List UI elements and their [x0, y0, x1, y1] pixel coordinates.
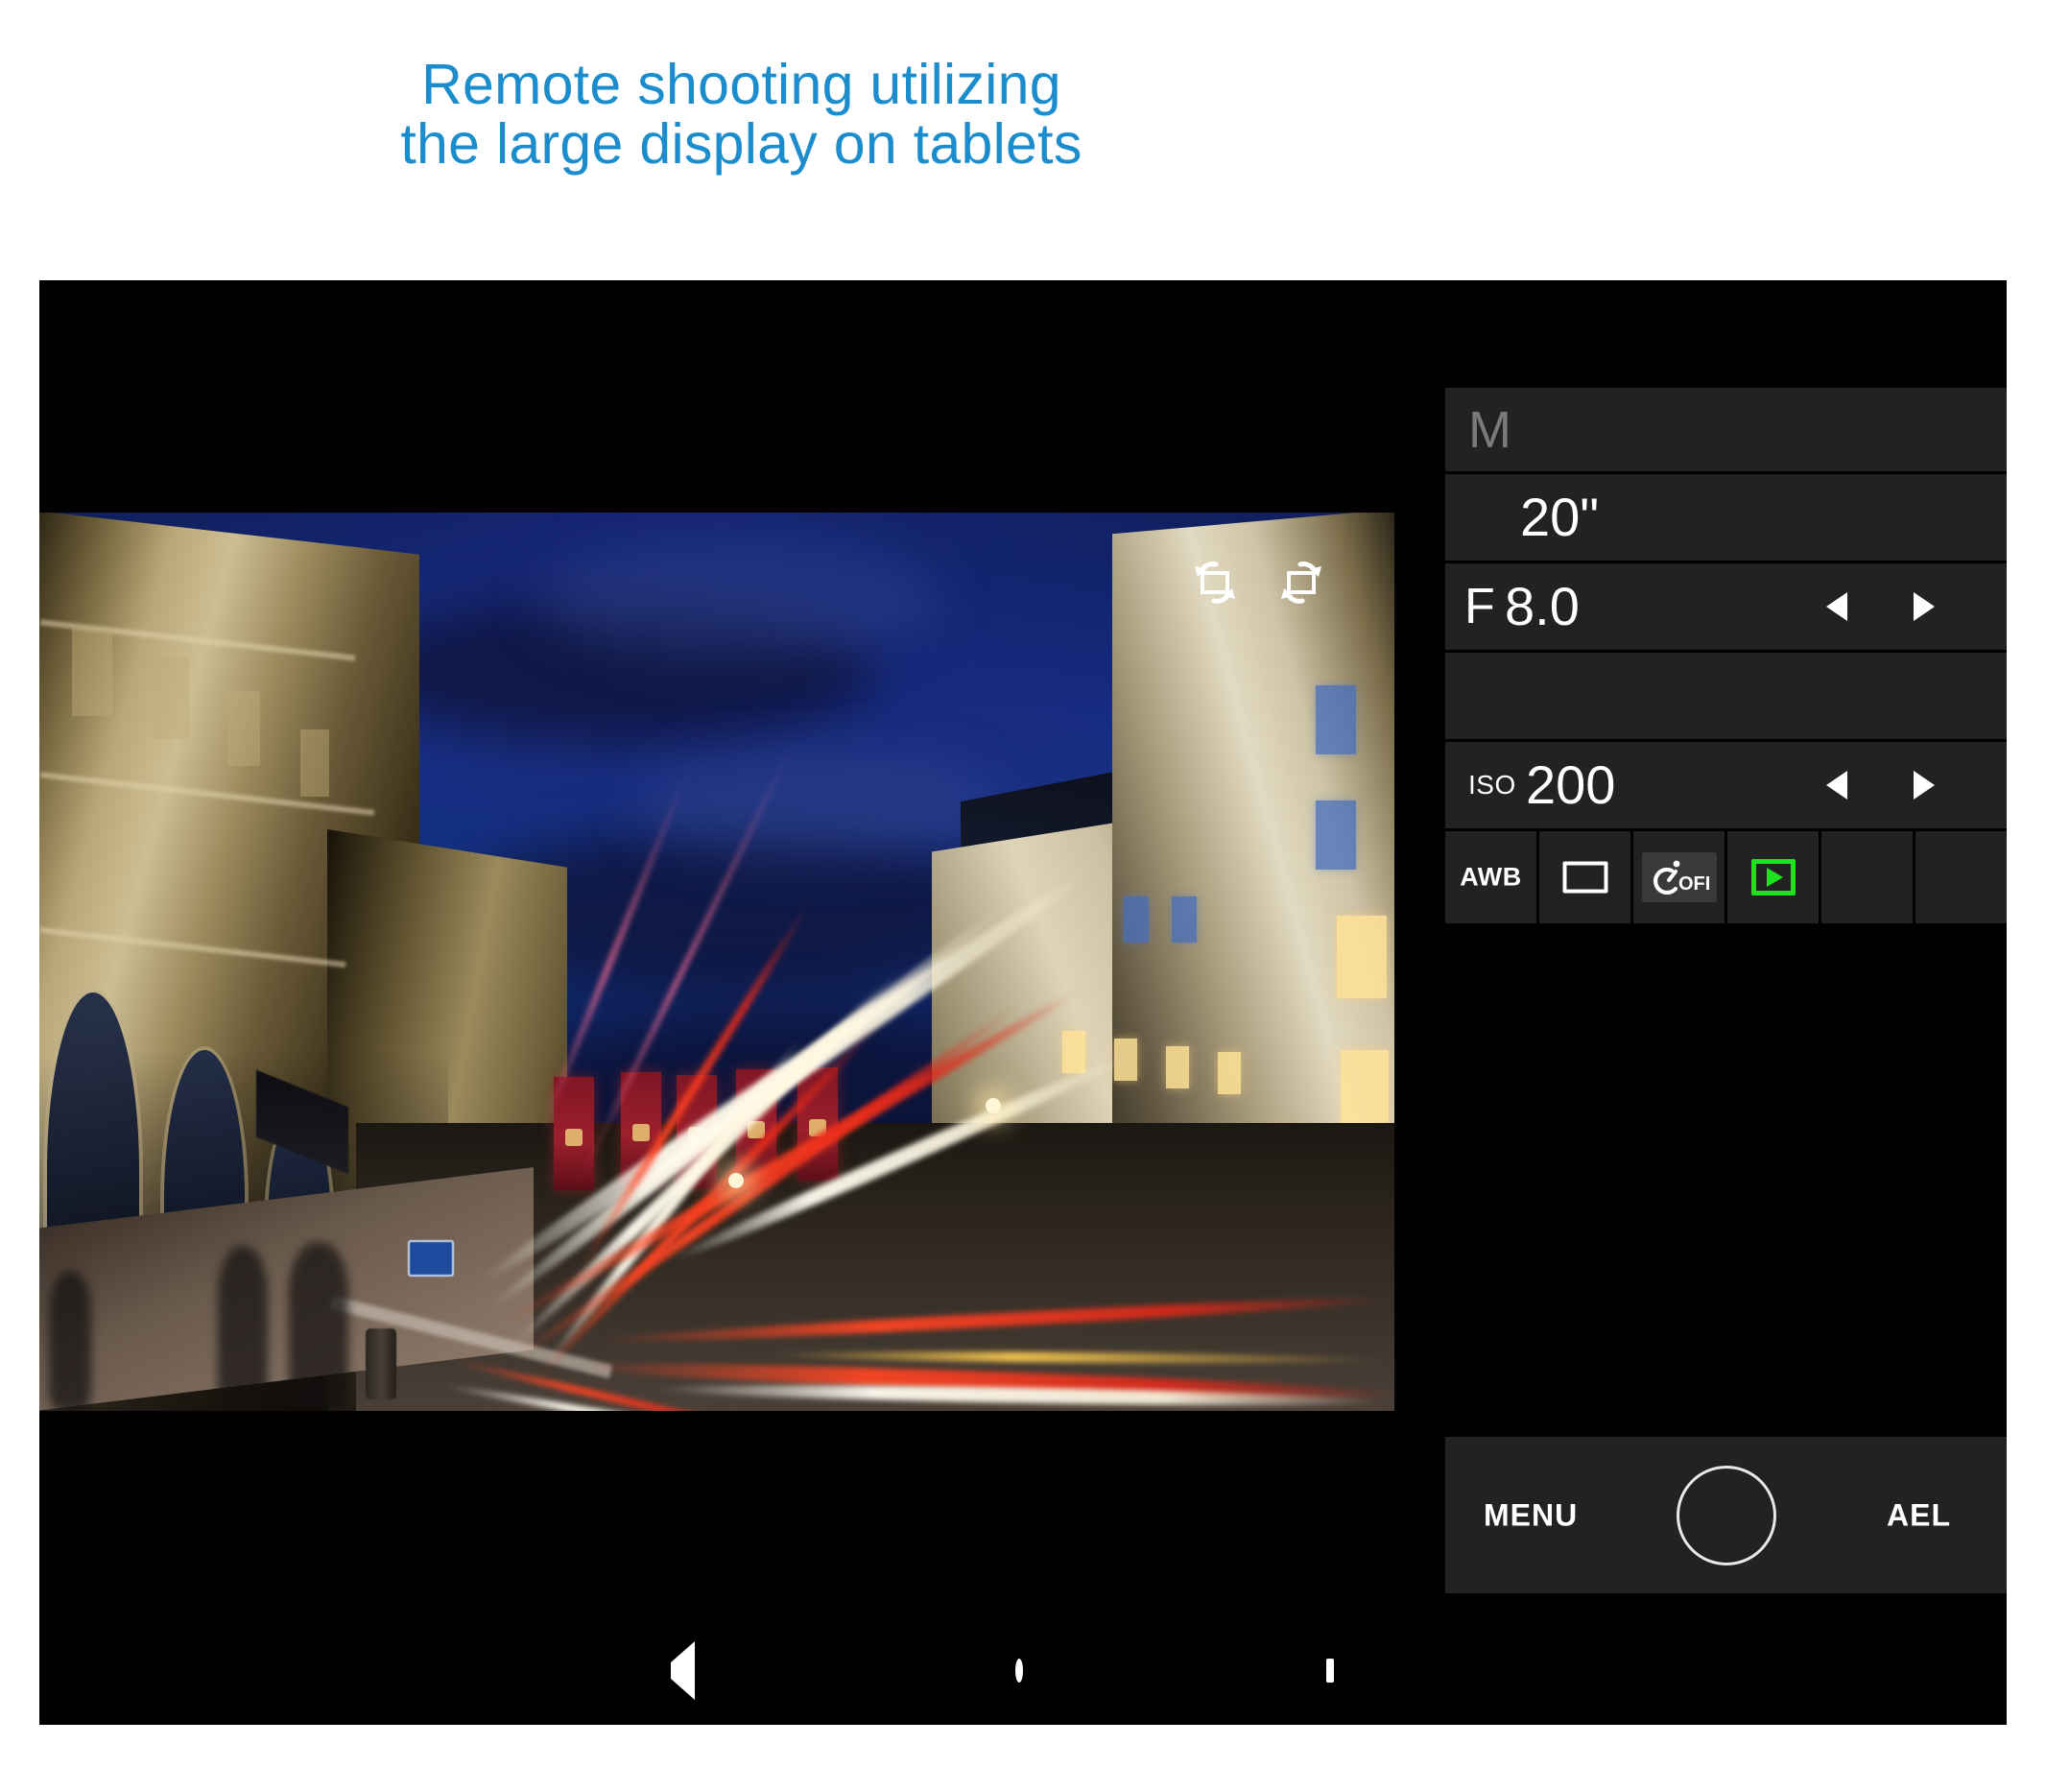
- window: [1341, 1050, 1389, 1127]
- pedestrian: [218, 1246, 268, 1409]
- iso-value: 200: [1526, 754, 1616, 815]
- record-cell[interactable]: [1727, 831, 1819, 923]
- shutter-speed-value: 20": [1520, 487, 1600, 547]
- exposure-compensation-row[interactable]: [1445, 653, 2007, 739]
- window: [227, 691, 260, 766]
- shooting-mode-row[interactable]: M: [1445, 388, 2007, 471]
- pedestrian: [49, 1271, 91, 1411]
- street-lamp: [986, 1098, 1001, 1113]
- rotate-ccw-icon[interactable]: [1187, 559, 1243, 613]
- page-title-line-2: the large display on tablets: [400, 111, 1082, 176]
- street-banner: [554, 1077, 594, 1190]
- litter-bin: [366, 1328, 396, 1399]
- pedestrian: [289, 1242, 348, 1411]
- iso-increase-arrow[interactable]: [1914, 771, 1935, 800]
- recents-button[interactable]: [1326, 1659, 1334, 1683]
- self-timer-off-icon: OFF: [1653, 860, 1709, 896]
- awb-label: AWB: [1460, 862, 1522, 892]
- aperture-value: 8.0: [1505, 576, 1580, 636]
- live-view-image[interactable]: [39, 513, 1394, 1411]
- window: [1062, 1031, 1085, 1073]
- shutter-button[interactable]: [1676, 1465, 1776, 1565]
- street-lamp: [728, 1173, 744, 1188]
- svg-text:OFF: OFF: [1678, 873, 1709, 895]
- aperture-decrease-arrow[interactable]: [1826, 592, 1847, 621]
- empty-cell-2[interactable]: [1915, 831, 2007, 923]
- window: [1172, 896, 1197, 943]
- street-sign: [408, 1240, 454, 1277]
- ael-button[interactable]: AEL: [1887, 1497, 1951, 1533]
- home-circle-icon: [1015, 1659, 1023, 1683]
- cloud: [538, 541, 941, 657]
- back-button[interactable]: [671, 1641, 695, 1700]
- window: [1337, 916, 1387, 998]
- awb-cell[interactable]: AWB: [1445, 831, 1536, 923]
- window: [1316, 800, 1356, 870]
- page-root: Remote shooting utilizing the large disp…: [0, 0, 2046, 1792]
- page-title-line-1: Remote shooting utilizing: [421, 53, 1061, 116]
- tablet-screen: AWB M 20" F 8.0 ISO 200: [39, 280, 2007, 1725]
- self-timer-cell[interactable]: OFF: [1633, 831, 1725, 923]
- aperture-increase-arrow[interactable]: [1914, 592, 1935, 621]
- shutter-control-bar: MENU AEL: [1445, 1437, 2007, 1593]
- iso-decrease-arrow[interactable]: [1826, 771, 1847, 800]
- window: [1316, 685, 1356, 754]
- aperture-label: F: [1464, 579, 1495, 634]
- recents-square-icon: [1326, 1659, 1334, 1683]
- window: [1166, 1046, 1189, 1088]
- aspect-ratio-cell[interactable]: [1539, 831, 1630, 923]
- iso-label: ISO: [1468, 770, 1516, 800]
- android-navigation-bar: [39, 1617, 2007, 1725]
- window: [1218, 1052, 1241, 1094]
- rotate-cw-icon[interactable]: [1273, 559, 1329, 613]
- home-button[interactable]: [1015, 1659, 1023, 1683]
- aspect-ratio-icon: [1562, 861, 1607, 894]
- empty-cell-1[interactable]: [1821, 831, 1913, 923]
- window: [300, 729, 329, 797]
- page-title: Remote shooting utilizing the large disp…: [0, 53, 1483, 176]
- window: [72, 628, 112, 716]
- iso-row[interactable]: ISO 200: [1445, 742, 2007, 828]
- back-triangle-icon: [671, 1641, 695, 1700]
- window: [1124, 896, 1149, 943]
- window: [153, 657, 189, 739]
- shutter-speed-row[interactable]: 20": [1445, 474, 2007, 561]
- camera-control-panel: M 20" F 8.0 ISO 200 AWB OF: [1445, 388, 2007, 923]
- play-icon: [1750, 859, 1796, 896]
- shooting-mode-value: M: [1468, 400, 1511, 459]
- quick-settings-row: AWB OFF: [1445, 831, 2007, 923]
- aperture-row[interactable]: F 8.0: [1445, 563, 2007, 650]
- menu-button[interactable]: MENU: [1484, 1497, 1578, 1533]
